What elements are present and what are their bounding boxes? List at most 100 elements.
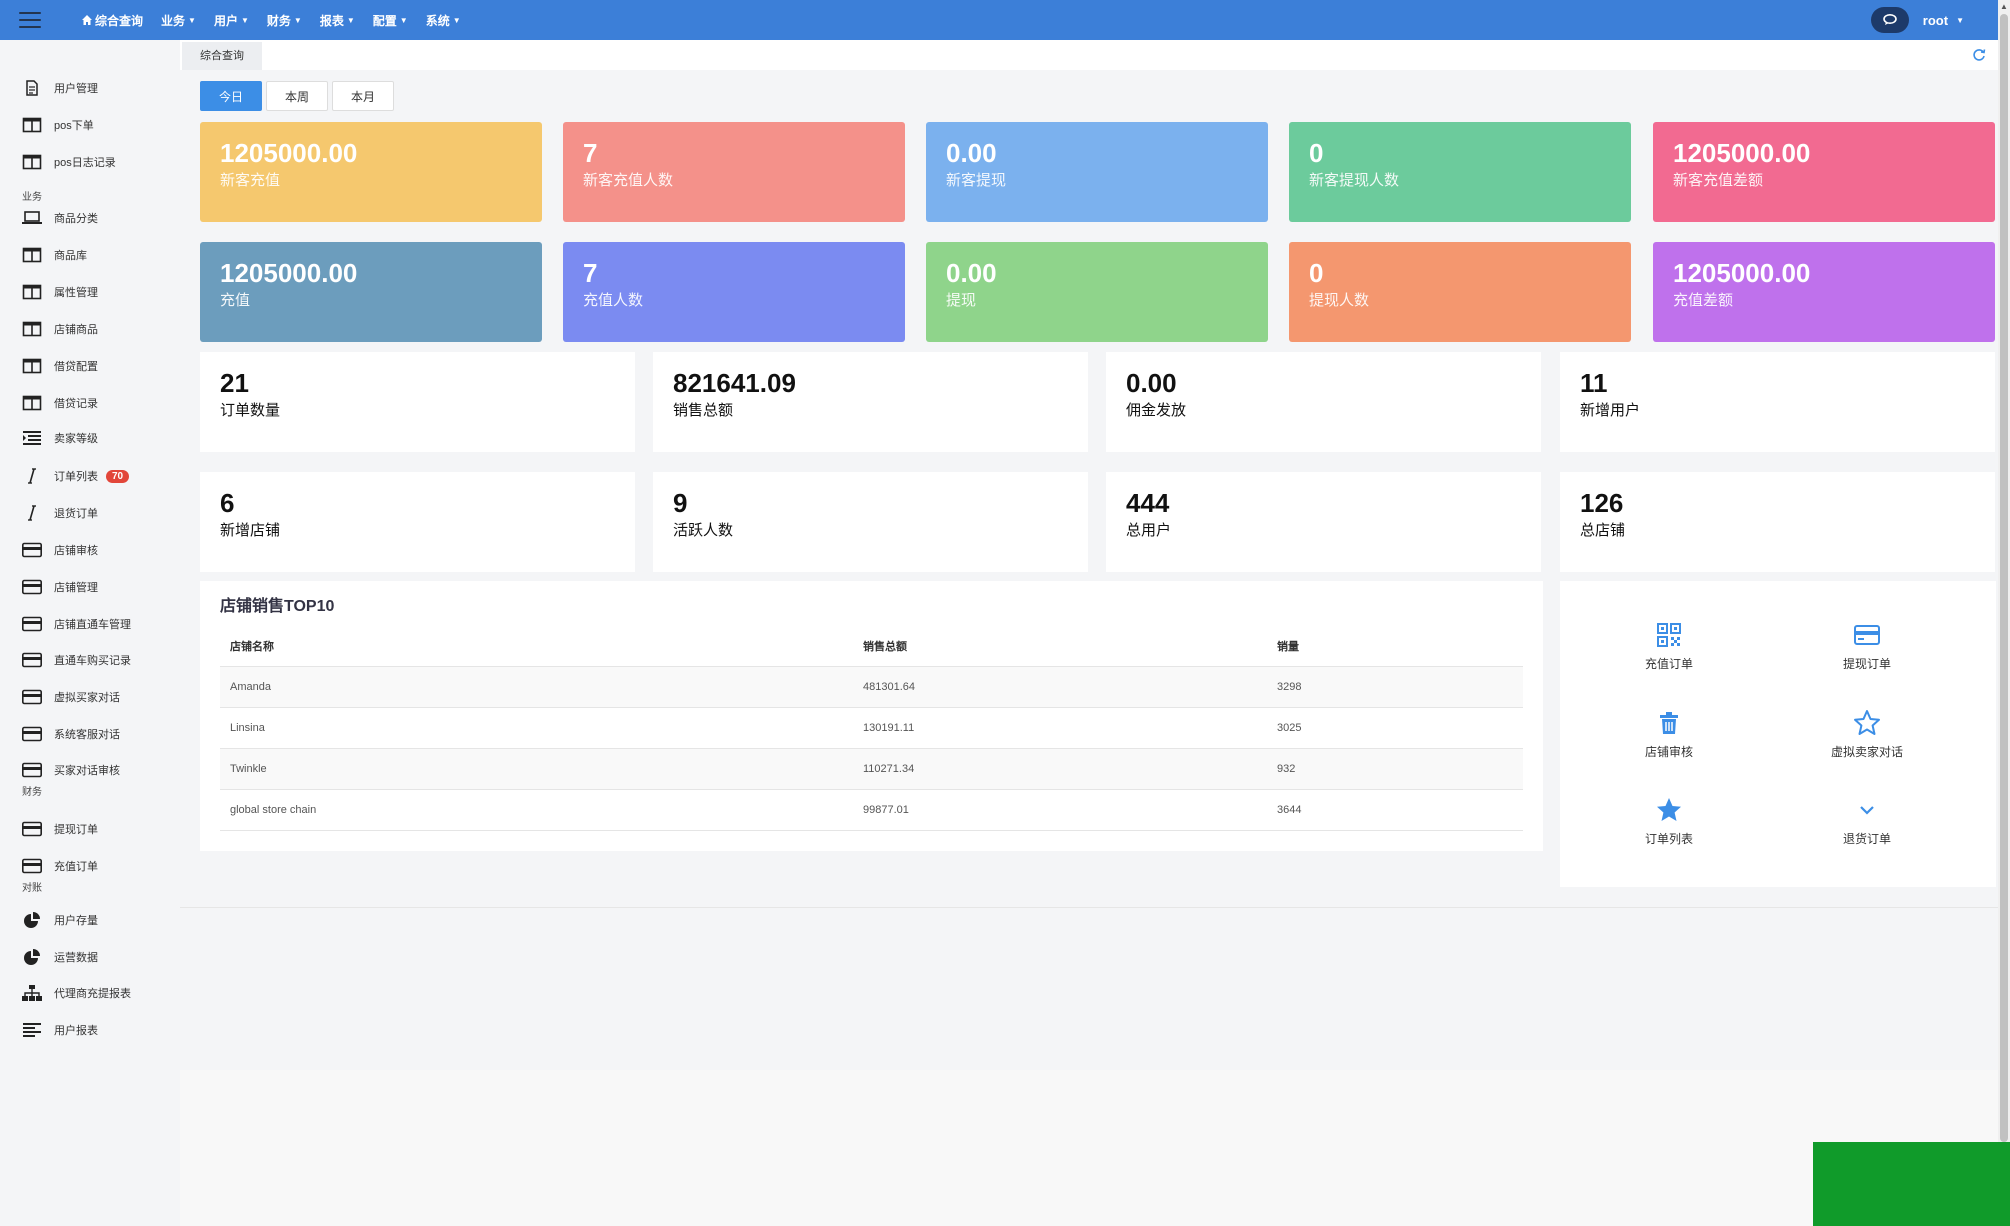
refresh-icon[interactable]: [1972, 48, 1986, 62]
credit-card-icon: [22, 579, 42, 595]
quick-order-list[interactable]: 订单列表: [1589, 796, 1749, 866]
sidebar-item-label: pos下单: [54, 120, 94, 132]
cell-shop: Linsina: [220, 707, 853, 749]
sidebar-item[interactable]: 用户管理: [0, 73, 180, 103]
sidebar-item[interactable]: 提现订单: [0, 814, 180, 844]
credit-card-icon: [22, 858, 42, 874]
sidebar-item[interactable]: 店铺管理: [0, 572, 180, 602]
quick-return-orders[interactable]: 退货订单: [1787, 796, 1947, 866]
nav-home[interactable]: 综合查询: [82, 12, 143, 29]
period-today-button[interactable]: 今日: [200, 81, 263, 111]
info-value: 9: [673, 488, 688, 518]
nav-system[interactable]: 系统 ▼: [426, 12, 461, 29]
sidebar-item-label: 买家对话审核: [54, 765, 120, 777]
quick-recharge-orders[interactable]: 充值订单: [1589, 621, 1749, 691]
info-card-new-users: 11 新增用户: [1560, 352, 1995, 452]
sidebar-group-label: 财务: [22, 787, 42, 798]
period-week-button[interactable]: 本周: [266, 81, 329, 111]
credit-card-icon: [22, 616, 42, 632]
stat-card-recharge: 1205000.00 充值: [200, 242, 542, 342]
pie-chart-icon: [22, 912, 42, 928]
table-row: Amanda 481301.64 3298: [220, 666, 1523, 708]
cell-sales: 130191.11: [853, 707, 1267, 749]
sidebar-item[interactable]: pos下单: [0, 110, 180, 140]
page-scrollbar[interactable]: ▲: [1998, 0, 2010, 1226]
align-left-icon: [22, 1022, 42, 1038]
sidebar-item[interactable]: 卖家等级: [0, 423, 180, 453]
sidebar-item[interactable]: 店铺审核: [0, 535, 180, 565]
italic-icon: [22, 468, 42, 484]
menu-toggle-button[interactable]: [0, 0, 60, 40]
period-month-button[interactable]: 本月: [332, 81, 395, 111]
tab-overview[interactable]: 综合查询: [182, 42, 262, 70]
file-icon: [22, 80, 42, 96]
info-value: 821641.09: [673, 368, 796, 398]
nav-finance-label: 财务: [266, 13, 291, 28]
sidebar-item[interactable]: 充值订单: [0, 851, 180, 881]
quick-shop-review[interactable]: 店铺审核: [1589, 709, 1749, 779]
stat-card-new-withdraw: 0.00 新客提现: [926, 122, 1268, 222]
stat-card-new-recharge-users: 7 新客充值人数: [563, 122, 905, 222]
sidebar-item[interactable]: 直通车购买记录: [0, 645, 180, 675]
stat-label: 充值差额: [1673, 292, 1734, 309]
credit-card-icon: [22, 652, 42, 668]
info-label: 总店铺: [1580, 522, 1626, 539]
sidebar-item[interactable]: 店铺直通车管理: [0, 609, 180, 639]
scroll-thumb[interactable]: [2000, 14, 2008, 1142]
stat-card-withdraw: 0.00 提现: [926, 242, 1268, 342]
sidebar-item[interactable]: 用户报表: [0, 1015, 180, 1045]
table-icon: [22, 284, 42, 300]
info-card-active-users: 9 活跃人数: [653, 472, 1088, 572]
stat-value: 1205000.00: [1673, 138, 1811, 168]
stat-label: 充值人数: [583, 292, 644, 309]
user-menu[interactable]: root ▼: [1923, 13, 1964, 28]
sidebar-item[interactable]: 商品库: [0, 240, 180, 270]
nav-business[interactable]: 业务 ▼: [161, 12, 196, 29]
sidebar-item[interactable]: 系统客服对话: [0, 719, 180, 749]
user-name: root: [1922, 12, 1949, 28]
nav-finance[interactable]: 财务 ▼: [267, 12, 302, 29]
sidebar-item[interactable]: 订单列表 70: [0, 461, 180, 491]
sidebar-item-label: 充值订单: [54, 861, 98, 873]
stat-value: 7: [583, 258, 598, 288]
stat-card-withdraw-users: 0 提现人数: [1289, 242, 1631, 342]
sidebar-item[interactable]: 用户存量: [0, 905, 180, 935]
sidebar-item[interactable]: pos日志记录: [0, 147, 180, 177]
nav-home-label: 综合查询: [95, 13, 144, 28]
sidebar-item[interactable]: 代理商充提报表: [0, 978, 180, 1008]
sidebar: 用户管理 pos下单 pos日志记录业务商品分类商品库属性管理店铺商品借贷配置借贷记…: [0, 40, 180, 1226]
stat-label: 新客充值人数: [583, 172, 674, 189]
quick-label: 充值订单: [1644, 657, 1693, 671]
sidebar-item[interactable]: 运营数据: [0, 942, 180, 972]
info-label: 订单数量: [220, 402, 281, 419]
nav-config[interactable]: 配置 ▼: [373, 12, 408, 29]
credit-card-icon: [1854, 625, 1880, 645]
chat-bubble-icon: [1882, 14, 1897, 25]
sidebar-item-label: 商品分类: [54, 213, 98, 225]
sidebar-item[interactable]: 借贷配置: [0, 351, 180, 381]
sidebar-item[interactable]: 属性管理: [0, 277, 180, 307]
sidebar-group-label: 业务: [22, 192, 42, 203]
sidebar-item[interactable]: 虚拟买家对话: [0, 682, 180, 712]
sidebar-item[interactable]: 借贷记录: [0, 388, 180, 418]
caret-down-icon: ▼: [293, 15, 302, 25]
sidebar-item[interactable]: 店铺商品: [0, 314, 180, 344]
quick-withdraw-orders[interactable]: 提现订单: [1787, 621, 1947, 691]
sidebar-item[interactable]: 商品分类: [0, 203, 180, 233]
chat-button[interactable]: [1870, 7, 1909, 33]
nav-reports[interactable]: 报表 ▼: [320, 12, 355, 29]
stat-value: 0.00: [946, 138, 997, 168]
sidebar-item-label: 商品库: [54, 250, 87, 262]
scroll-up-icon[interactable]: ▲: [2000, 2, 2008, 11]
nav-users[interactable]: 用户 ▼: [214, 12, 249, 29]
info-card-total-shops: 126 总店铺: [1560, 472, 1995, 572]
info-value: 126: [1580, 488, 1624, 518]
stat-value: 0: [1309, 258, 1324, 288]
list-indent-icon: [22, 430, 42, 446]
quick-virtual-seller-chat[interactable]: 虚拟卖家对话: [1787, 709, 1947, 779]
sidebar-item[interactable]: 退货订单: [0, 498, 180, 528]
sidebar-item-label: 代理商充提报表: [54, 988, 131, 1000]
count-badge: 70: [106, 469, 130, 483]
cell-shop: global store chain: [220, 789, 853, 831]
sidebar-item[interactable]: 买家对话审核: [0, 755, 180, 785]
